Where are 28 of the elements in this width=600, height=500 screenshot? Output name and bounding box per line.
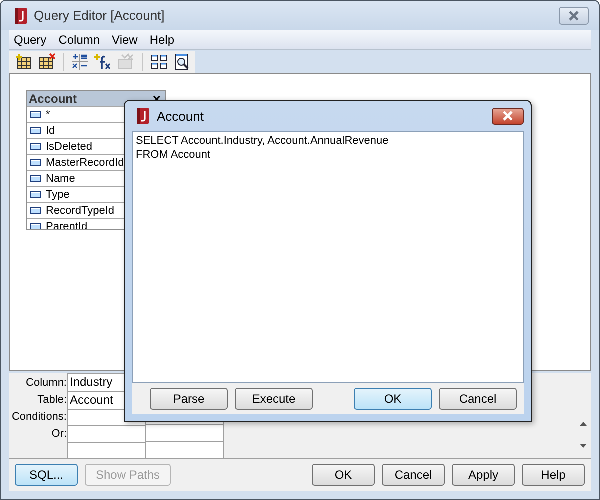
field-name[interactable]: Name	[46, 172, 76, 184]
field-name[interactable]: Id	[46, 124, 56, 136]
dialog-button[interactable]: Parse	[150, 388, 228, 410]
field-name[interactable]: *	[46, 108, 50, 120]
action-button[interactable]: SQL...	[15, 464, 78, 486]
dialog-button[interactable]: Help	[522, 464, 585, 486]
window-title: Query Editor [Account]	[34, 8, 166, 23]
dialog-button[interactable]: OK	[312, 464, 375, 486]
row-label: Or:	[52, 427, 67, 442]
row-label: Column:	[26, 376, 67, 391]
sql-text-area[interactable]: SELECT Account.Industry, Account.AnnualRevenue FROM Account	[132, 131, 524, 383]
field-name[interactable]: IsDeleted	[46, 140, 92, 152]
table-title: Account	[29, 92, 77, 106]
row-label: Conditions:	[12, 410, 67, 425]
dialog-button[interactable]: Execute	[235, 388, 313, 410]
field-name[interactable]: MasterRecordId	[46, 156, 124, 168]
menu-item[interactable]: Column	[54, 32, 108, 46]
dialog-title: Account	[157, 108, 205, 124]
menu-item[interactable]: Help	[144, 32, 182, 46]
dialog-button[interactable]: Cancel	[382, 464, 445, 486]
dialog-button[interactable]: Apply	[452, 464, 515, 486]
field-name[interactable]: RecordTypeId	[46, 204, 114, 216]
dialog-button[interactable]: OK	[354, 388, 432, 410]
menu-item[interactable]: View	[107, 32, 145, 46]
dialog-button[interactable]: Cancel	[439, 388, 517, 410]
field-name[interactable]: Type	[46, 188, 70, 200]
row-label: Table:	[38, 393, 67, 408]
menu-item[interactable]: Query	[9, 32, 54, 46]
